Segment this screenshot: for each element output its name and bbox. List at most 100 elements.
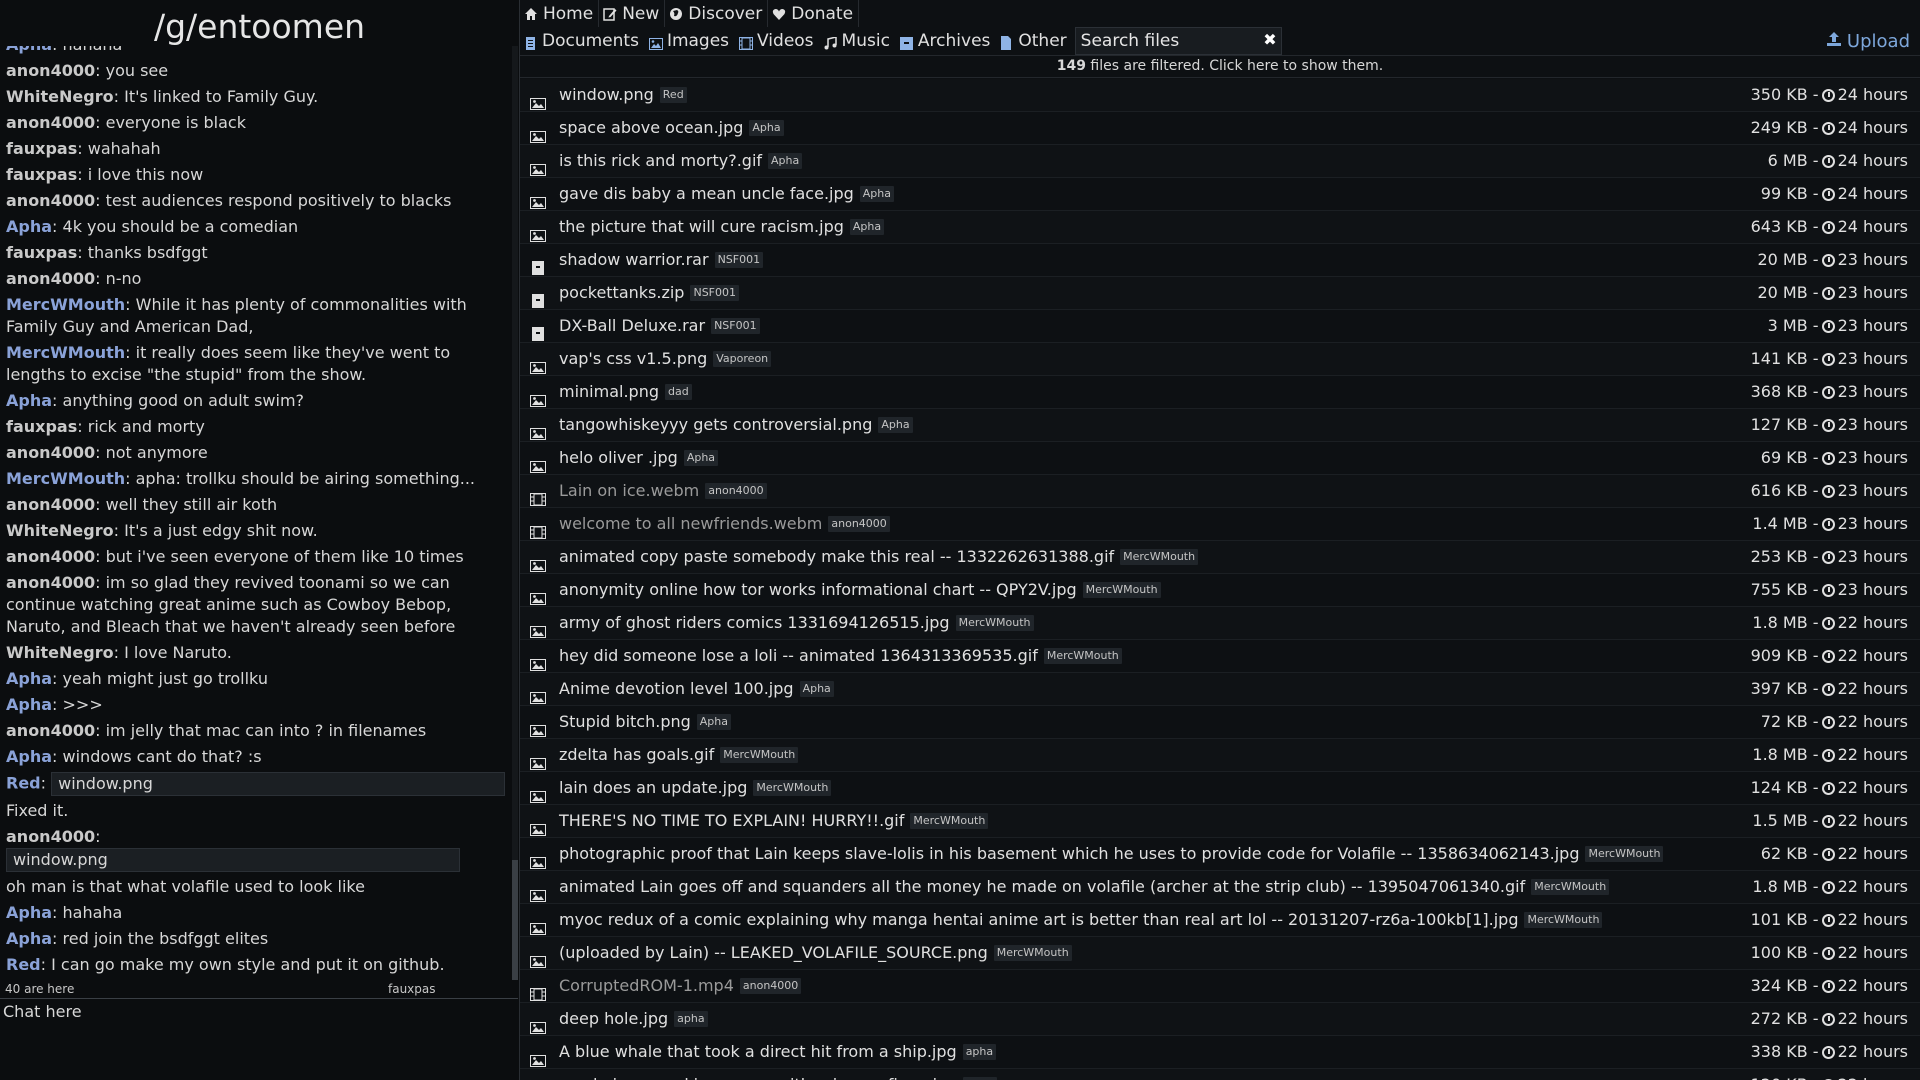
file-row[interactable]: is this rick and morty?.gif Apha 6 MB -24 … bbox=[520, 145, 1920, 178]
file-uploader-tag[interactable]: MercWMouth bbox=[1585, 846, 1664, 862]
file-name[interactable]: sand nigger making peace with princess f… bbox=[559, 1069, 957, 1080]
chat-nick[interactable]: WhiteNegro bbox=[6, 87, 114, 106]
chat-nick[interactable]: anon4000 bbox=[6, 113, 95, 132]
file-row[interactable]: shadow warrior.rar NSF001 20 MB -23 hours bbox=[520, 244, 1920, 277]
file-name[interactable]: hey did someone lose a loli -- animated … bbox=[559, 640, 1038, 672]
chat-nick[interactable]: Apha bbox=[6, 695, 52, 714]
file-uploader-tag[interactable]: MercWMouth bbox=[1043, 648, 1122, 664]
file-name[interactable]: Stupid bitch.png bbox=[559, 706, 691, 738]
file-row[interactable]: deep hole.jpg apha 272 KB -22 hours bbox=[520, 1003, 1920, 1036]
chat-nick[interactable]: fauxpas bbox=[6, 243, 77, 262]
file-name[interactable]: army of ghost riders comics 133169412651… bbox=[559, 607, 950, 639]
file-name[interactable]: shadow warrior.rar bbox=[559, 244, 709, 276]
file-uploader-tag[interactable]: Apha bbox=[849, 219, 885, 235]
file-row[interactable]: anonymity online how tor works informati… bbox=[520, 574, 1920, 607]
file-row[interactable]: hey did someone lose a loli -- animated … bbox=[520, 640, 1920, 673]
file-row[interactable]: army of ghost riders comics 133169412651… bbox=[520, 607, 1920, 640]
file-row[interactable]: animated copy paste somebody make this r… bbox=[520, 541, 1920, 574]
file-uploader-tag[interactable]: MercWMouth bbox=[1524, 912, 1603, 928]
filter-music-button[interactable]: Music bbox=[820, 27, 896, 55]
file-name[interactable]: animated copy paste somebody make this r… bbox=[559, 541, 1114, 573]
chat-nick[interactable]: Apha bbox=[6, 929, 52, 948]
chat-nick[interactable]: Apha bbox=[6, 669, 52, 688]
chat-file-link[interactable]: window.png bbox=[51, 772, 506, 796]
file-row[interactable]: pockettanks.zip NSF001 20 MB -23 hours bbox=[520, 277, 1920, 310]
file-row[interactable]: the picture that will cure racism.jpg Aph… bbox=[520, 211, 1920, 244]
file-name[interactable]: window.png bbox=[559, 79, 654, 111]
file-row[interactable]: THERE'S NO TIME TO EXPLAIN! HURRY!!.gif M… bbox=[520, 805, 1920, 838]
upload-button[interactable]: Upload bbox=[1826, 27, 1910, 55]
chat-nick[interactable]: anon4000 bbox=[6, 495, 95, 514]
file-uploader-tag[interactable]: Vaporeon bbox=[713, 351, 772, 367]
file-name[interactable]: helo oliver .jpg bbox=[559, 442, 678, 474]
file-row[interactable]: CorruptedROM-1.mp4 anon4000 324 KB -22 hou… bbox=[520, 970, 1920, 1003]
file-row[interactable]: vap's css v1.5.png Vaporeon 141 KB -23 hou… bbox=[520, 343, 1920, 376]
chat-nick[interactable]: fauxpas bbox=[6, 139, 77, 158]
chat-nick[interactable]: Apha bbox=[6, 46, 52, 54]
file-uploader-tag[interactable]: Apha bbox=[683, 450, 719, 466]
filter-archives-button[interactable]: Archives bbox=[896, 27, 996, 55]
file-row[interactable]: zdelta has goals.gif MercWMouth 1.8 MB -22… bbox=[520, 739, 1920, 772]
file-uploader-tag[interactable]: NSF001 bbox=[711, 318, 760, 334]
chat-nick[interactable]: anon4000 bbox=[6, 547, 95, 566]
file-uploader-tag[interactable]: anon4000 bbox=[739, 978, 802, 994]
file-name[interactable]: deep hole.jpg bbox=[559, 1003, 668, 1035]
nav-new-button[interactable]: New bbox=[599, 0, 666, 27]
chat-nick[interactable]: anon4000 bbox=[6, 191, 95, 210]
file-name[interactable]: myoc redux of a comic explaining why man… bbox=[559, 904, 1518, 936]
file-name[interactable]: tangowhiskeyyy gets controversial.png bbox=[559, 409, 872, 441]
file-row[interactable]: gave dis baby a mean uncle face.jpg Apha 9… bbox=[520, 178, 1920, 211]
chat-nick[interactable]: anon4000 bbox=[6, 61, 95, 80]
file-uploader-tag[interactable]: dad bbox=[665, 384, 692, 400]
nav-home-button[interactable]: Home bbox=[520, 0, 600, 27]
file-uploader-tag[interactable]: Apha bbox=[696, 714, 731, 730]
file-name[interactable]: A blue whale that took a direct hit from… bbox=[559, 1036, 957, 1068]
file-name[interactable]: CorruptedROM-1.mp4 bbox=[559, 970, 734, 1002]
chat-nick[interactable]: Apha bbox=[6, 391, 52, 410]
clear-search-icon[interactable]: ✖ bbox=[1263, 30, 1276, 49]
file-uploader-tag[interactable]: Apha bbox=[859, 186, 895, 202]
file-name[interactable]: the picture that will cure racism.jpg bbox=[559, 211, 844, 243]
file-uploader-tag[interactable]: anon4000 bbox=[828, 516, 890, 532]
file-uploader-tag[interactable]: NSF001 bbox=[690, 285, 740, 301]
file-uploader-tag[interactable]: apha bbox=[674, 1011, 708, 1027]
file-name[interactable]: welcome to all newfriends.webm bbox=[559, 508, 822, 540]
file-name[interactable]: THERE'S NO TIME TO EXPLAIN! HURRY!!.gif bbox=[559, 805, 904, 837]
user-count[interactable]: 40 are here bbox=[5, 980, 74, 998]
file-name[interactable]: photographic proof that Lain keeps slave… bbox=[559, 838, 1579, 870]
file-row[interactable]: animated Lain goes off and squanders all… bbox=[520, 871, 1920, 904]
file-uploader-tag[interactable]: Apha bbox=[768, 153, 803, 169]
chat-nick[interactable]: anon4000 bbox=[6, 573, 95, 592]
chat-nick[interactable]: anon4000 bbox=[6, 269, 95, 288]
file-row[interactable]: myoc redux of a comic explaining why man… bbox=[520, 904, 1920, 937]
file-name[interactable]: Anime devotion level 100.jpg bbox=[559, 673, 794, 705]
chat-nick[interactable]: Red bbox=[6, 774, 41, 793]
file-uploader-tag[interactable]: Apha bbox=[749, 120, 784, 136]
file-row[interactable]: helo oliver .jpg Apha 69 KB -23 hours bbox=[520, 442, 1920, 475]
chat-file-link[interactable]: window.png bbox=[6, 848, 460, 872]
file-uploader-tag[interactable]: Apha bbox=[799, 681, 834, 697]
chat-nick[interactable]: Apha bbox=[6, 747, 52, 766]
file-name[interactable]: gave dis baby a mean uncle face.jpg bbox=[559, 178, 854, 210]
file-row[interactable]: photographic proof that Lain keeps slave… bbox=[520, 838, 1920, 871]
chat-nick[interactable]: MercWMouth bbox=[6, 343, 125, 362]
file-name[interactable]: pockettanks.zip bbox=[559, 277, 684, 309]
file-name[interactable]: is this rick and morty?.gif bbox=[559, 145, 762, 177]
file-uploader-tag[interactable]: MercWMouth bbox=[1531, 879, 1610, 895]
file-row[interactable]: minimal.png dad 368 KB -23 hours bbox=[520, 376, 1920, 409]
chat-nick[interactable]: anon4000 bbox=[6, 443, 95, 462]
file-row[interactable]: Lain on ice.webm anon4000 616 KB -23 hours bbox=[520, 475, 1920, 508]
file-row[interactable]: lain does an update.jpg MercWMouth 124 KB … bbox=[520, 772, 1920, 805]
search-input[interactable] bbox=[1075, 31, 1256, 51]
chat-input[interactable]: Chat here bbox=[0, 999, 524, 1029]
file-row[interactable]: DX-Ball Deluxe.rar NSF001 3 MB -23 hours bbox=[520, 310, 1920, 343]
file-uploader-tag[interactable]: MercWMouth bbox=[1082, 582, 1161, 598]
file-uploader-tag[interactable]: MercWMouth bbox=[955, 615, 1034, 631]
file-uploader-tag[interactable]: MercWMouth bbox=[1120, 549, 1199, 565]
chat-nick[interactable]: Red bbox=[6, 955, 41, 974]
file-name[interactable]: (uploaded by Lain) -- LEAKED_VOLAFILE_SO… bbox=[559, 937, 988, 969]
file-uploader-tag[interactable]: MercWMouth bbox=[910, 813, 989, 829]
filter-images-button[interactable]: Images bbox=[645, 27, 735, 55]
file-row[interactable]: Anime devotion level 100.jpg Apha 397 KB -… bbox=[520, 673, 1920, 706]
file-name[interactable]: animated Lain goes off and squanders all… bbox=[559, 871, 1525, 903]
